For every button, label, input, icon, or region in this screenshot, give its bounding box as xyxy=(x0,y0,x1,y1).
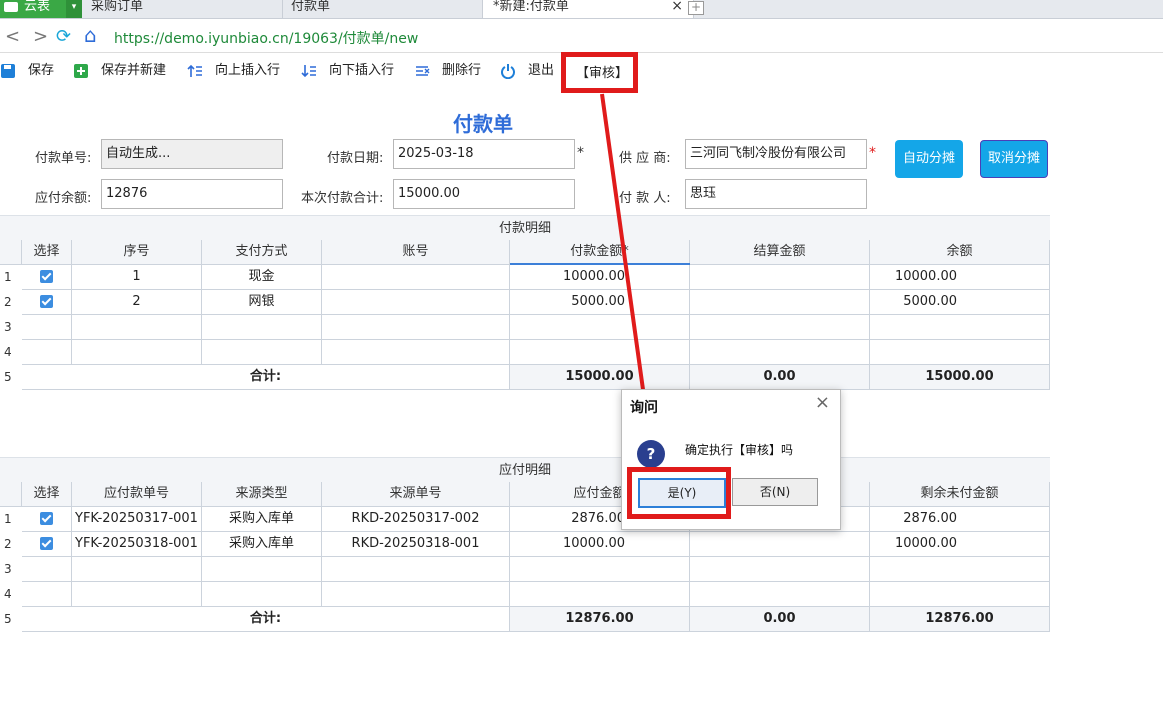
dialog-message: 确定执行【审核】吗 xyxy=(685,443,794,457)
dialog-close-icon[interactable]: × xyxy=(815,392,830,413)
question-icon: ? xyxy=(637,440,665,468)
no-button[interactable]: 否(N) xyxy=(732,478,818,506)
yes-highlight-box xyxy=(627,467,731,519)
annotation-arrow xyxy=(600,93,661,462)
dialog-title: 询问 xyxy=(630,400,658,416)
